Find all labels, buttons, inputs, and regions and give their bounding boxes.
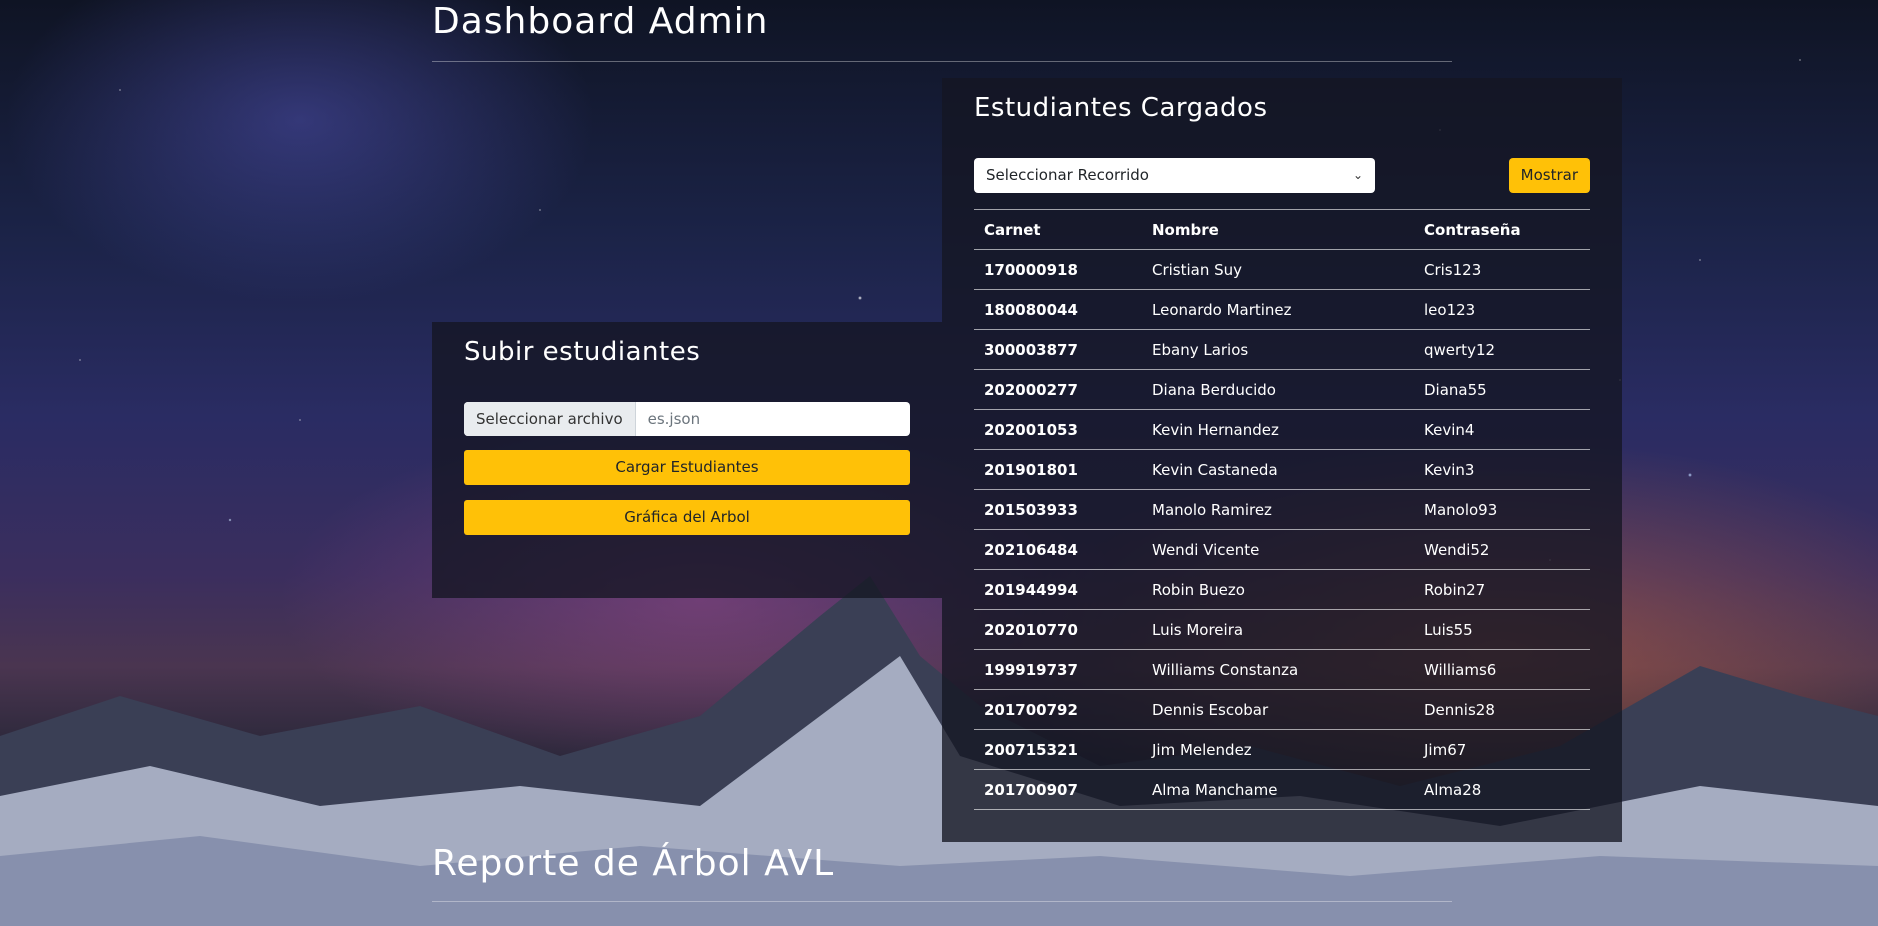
- cell-password: Manolo93: [1414, 489, 1590, 530]
- cell-carnet: 201700907: [974, 769, 1142, 810]
- cell-password: Alma28: [1414, 769, 1590, 810]
- table-row: 202106484 Wendi Vicente Wendi52: [974, 529, 1590, 570]
- students-table: Carnet Nombre Contraseña 170000918 Cristi…: [974, 209, 1590, 810]
- tree-graph-button[interactable]: Gráfica del Arbol: [464, 500, 910, 535]
- table-row: 200715321 Jim Melendez Jim67: [974, 729, 1590, 770]
- selected-file-name: es.json: [647, 410, 701, 428]
- table-row: 201901801 Kevin Castaneda Kevin3: [974, 449, 1590, 490]
- cell-password: Jim67: [1414, 729, 1590, 770]
- upload-title: Subir estudiantes: [464, 337, 701, 367]
- traversal-controls: Seleccionar Recorrido ⌄ Mostrar: [974, 158, 1590, 193]
- cell-nombre: Leonardo Martinez: [1142, 289, 1414, 330]
- table-row: 170000918 Cristian Suy Cris123: [974, 249, 1590, 290]
- choose-file-button[interactable]: Seleccionar archivo: [464, 402, 636, 436]
- cell-nombre: Wendi Vicente: [1142, 529, 1414, 570]
- table-row: 202001053 Kevin Hernandez Kevin4: [974, 409, 1590, 450]
- cell-nombre: Kevin Castaneda: [1142, 449, 1414, 490]
- table-row: 202010770 Luis Moreira Luis55: [974, 609, 1590, 650]
- cell-nombre: Kevin Hernandez: [1142, 409, 1414, 450]
- cell-carnet: 200715321: [974, 729, 1142, 770]
- traversal-select-value: Seleccionar Recorrido: [986, 166, 1149, 184]
- cell-password: qwerty12: [1414, 329, 1590, 370]
- cell-carnet: 170000918: [974, 249, 1142, 290]
- cell-nombre: Luis Moreira: [1142, 609, 1414, 650]
- upload-panel: Subir estudiantes Seleccionar archivo es…: [432, 322, 942, 598]
- cell-carnet: 201901801: [974, 449, 1142, 490]
- column-header-nombre: Nombre: [1142, 209, 1414, 250]
- cell-password: Cris123: [1414, 249, 1590, 290]
- cell-nombre: Manolo Ramirez: [1142, 489, 1414, 530]
- cell-carnet: 201503933: [974, 489, 1142, 530]
- cell-carnet: 199919737: [974, 649, 1142, 690]
- cell-carnet: 202010770: [974, 609, 1142, 650]
- table-row: 180080044 Leonardo Martinez leo123: [974, 289, 1590, 330]
- cell-carnet: 202000277: [974, 369, 1142, 410]
- cell-nombre: Dennis Escobar: [1142, 689, 1414, 730]
- cell-carnet: 201700792: [974, 689, 1142, 730]
- table-row: 300003877 Ebany Larios qwerty12: [974, 329, 1590, 370]
- cell-password: Robin27: [1414, 569, 1590, 610]
- cell-carnet: 201944994: [974, 569, 1142, 610]
- file-input[interactable]: Seleccionar archivo es.json: [464, 402, 910, 436]
- cell-nombre: Diana Berducido: [1142, 369, 1414, 410]
- cell-password: leo123: [1414, 289, 1590, 330]
- cell-nombre: Robin Buezo: [1142, 569, 1414, 610]
- cell-password: Dennis28: [1414, 689, 1590, 730]
- cell-nombre: Ebany Larios: [1142, 329, 1414, 370]
- table-row: 199919737 Williams Constanza Williams6: [974, 649, 1590, 690]
- table-row: 201700792 Dennis Escobar Dennis28: [974, 689, 1590, 730]
- table-row: 201700907 Alma Manchame Alma28: [974, 769, 1590, 810]
- load-students-button[interactable]: Cargar Estudiantes: [464, 450, 910, 485]
- page-title: Dashboard Admin: [432, 1, 769, 42]
- cell-nombre: Cristian Suy: [1142, 249, 1414, 290]
- cell-carnet: 202106484: [974, 529, 1142, 570]
- cell-nombre: Jim Melendez: [1142, 729, 1414, 770]
- students-panel: Estudiantes Cargados Seleccionar Recorri…: [942, 78, 1622, 842]
- chevron-down-icon: ⌄: [1352, 168, 1363, 182]
- cell-password: Diana55: [1414, 369, 1590, 410]
- cell-password: Williams6: [1414, 649, 1590, 690]
- cell-password: Wendi52: [1414, 529, 1590, 570]
- students-title: Estudiantes Cargados: [974, 93, 1268, 123]
- cell-carnet: 180080044: [974, 289, 1142, 330]
- cell-password: Kevin4: [1414, 409, 1590, 450]
- cell-carnet: 300003877: [974, 329, 1142, 370]
- show-button[interactable]: Mostrar: [1508, 158, 1590, 193]
- page-header: Dashboard Admin: [432, 0, 1452, 62]
- report-header: Reporte de Árbol AVL: [432, 838, 1452, 902]
- traversal-select[interactable]: Seleccionar Recorrido ⌄: [974, 158, 1375, 193]
- cell-password: Luis55: [1414, 609, 1590, 650]
- table-row: 201503933 Manolo Ramirez Manolo93: [974, 489, 1590, 530]
- column-header-carnet: Carnet: [974, 209, 1142, 250]
- table-row: 202000277 Diana Berducido Diana55: [974, 369, 1590, 410]
- cell-carnet: 202001053: [974, 409, 1142, 450]
- report-title: Reporte de Árbol AVL: [432, 843, 835, 884]
- table-header-row: Carnet Nombre Contraseña: [974, 209, 1590, 250]
- cell-nombre: Williams Constanza: [1142, 649, 1414, 690]
- cell-nombre: Alma Manchame: [1142, 769, 1414, 810]
- table-row: 201944994 Robin Buezo Robin27: [974, 569, 1590, 610]
- column-header-password: Contraseña: [1414, 209, 1590, 250]
- cell-password: Kevin3: [1414, 449, 1590, 490]
